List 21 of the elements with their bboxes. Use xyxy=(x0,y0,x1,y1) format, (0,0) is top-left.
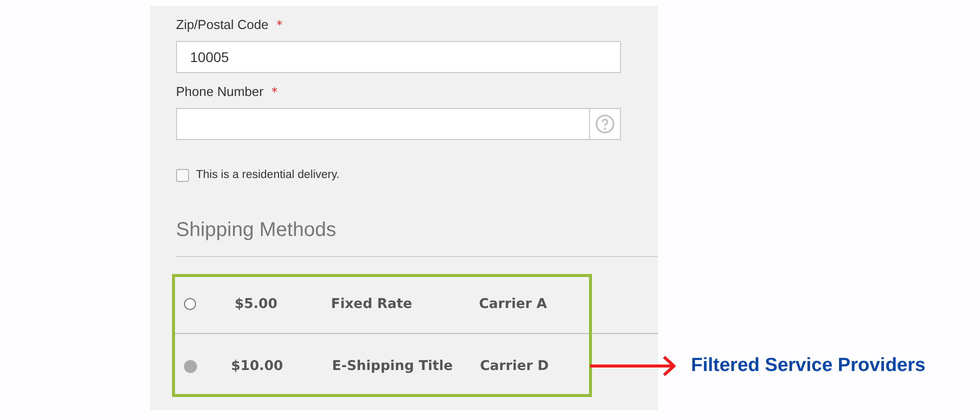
field-label: Zip/Postal Code xyxy=(176,17,268,32)
radio-button[interactable] xyxy=(184,298,196,310)
help-button[interactable] xyxy=(590,108,621,140)
help-icon xyxy=(595,114,615,134)
carrier-name: Carrier D xyxy=(480,358,549,374)
checkbox-label: This is a residential delivery. xyxy=(196,169,340,181)
callout-label: Filtered Service Providers xyxy=(691,355,926,377)
required-mark: * xyxy=(271,85,278,99)
radio-button[interactable] xyxy=(184,360,197,372)
input-field[interactable]: 10005 xyxy=(176,41,621,73)
arrow-icon xyxy=(590,354,678,378)
method-title: Fixed Rate xyxy=(331,296,414,312)
method-price: $5.00 xyxy=(234,296,278,312)
input-field[interactable] xyxy=(176,108,590,140)
section-title: Shipping Methods xyxy=(176,217,658,257)
required-mark: * xyxy=(276,18,282,32)
method-title: E-Shipping Title xyxy=(332,358,454,374)
field-label: Phone Number xyxy=(176,84,264,99)
checkbox[interactable] xyxy=(176,168,189,182)
method-price: $10.00 xyxy=(230,358,284,374)
carrier-name: Carrier A xyxy=(479,296,547,312)
